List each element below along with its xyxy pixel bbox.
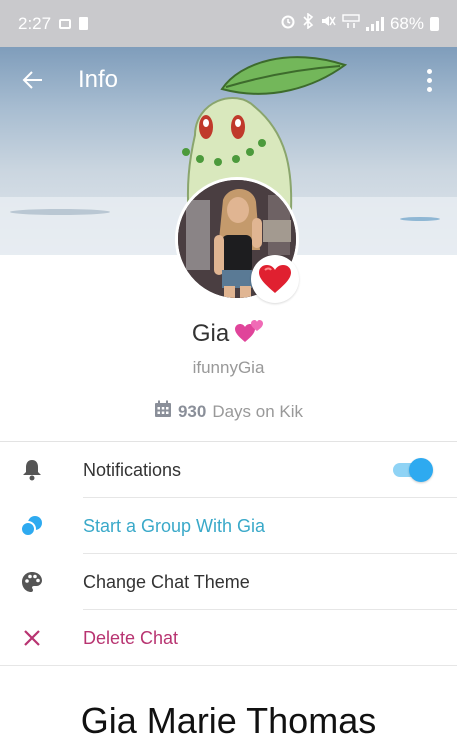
bluetooth-icon	[302, 12, 314, 34]
bell-icon	[0, 459, 64, 481]
screen-icon	[59, 18, 72, 29]
heart-icon	[259, 265, 291, 293]
days-label: Days on Kik	[212, 401, 304, 421]
options-list: Notifications Start a Group With Gia Cha…	[0, 441, 457, 666]
lte-icon	[342, 13, 360, 34]
more-vertical-icon[interactable]	[419, 65, 439, 95]
start-group-item[interactable]: Start a Group With Gia	[0, 498, 457, 554]
start-group-label: Start a Group With Gia	[83, 515, 266, 536]
delete-chat-item[interactable]: Delete Chat	[0, 610, 457, 666]
two-hearts-icon	[235, 318, 265, 349]
display-name: Gia	[191, 319, 230, 347]
card-icon	[79, 17, 89, 30]
status-bar: 2:27 68%	[0, 0, 457, 47]
alarm-icon	[280, 13, 296, 34]
mute-icon	[320, 13, 336, 34]
group-icon	[0, 515, 64, 537]
change-theme-label: Change Chat Theme	[83, 571, 250, 592]
app-bar: Info	[0, 47, 457, 113]
notifications-label: Notifications	[83, 459, 182, 480]
close-icon	[0, 629, 64, 647]
notifications-toggle[interactable]	[393, 458, 433, 482]
caption-text: Gia Marie Thomas	[80, 700, 377, 741]
heart-badge	[251, 255, 299, 303]
status-time: 2:27	[18, 13, 52, 33]
page-title: Info	[78, 66, 119, 93]
battery-percent: 68%	[389, 13, 424, 33]
username: ifunnyGia	[192, 358, 265, 377]
change-theme-item[interactable]: Change Chat Theme	[0, 554, 457, 610]
signal-icon	[365, 16, 384, 31]
battery-icon	[430, 16, 439, 31]
days-count: 930	[177, 401, 207, 421]
delete-chat-label: Delete Chat	[83, 627, 179, 648]
arrow-left-icon[interactable]	[18, 65, 48, 95]
notifications-item[interactable]: Notifications	[0, 442, 457, 498]
days-on-kik: 930 Days on Kik	[0, 400, 457, 423]
profile-name-row: Gia	[0, 318, 457, 349]
palette-icon	[0, 571, 64, 593]
calendar-icon	[154, 400, 172, 423]
